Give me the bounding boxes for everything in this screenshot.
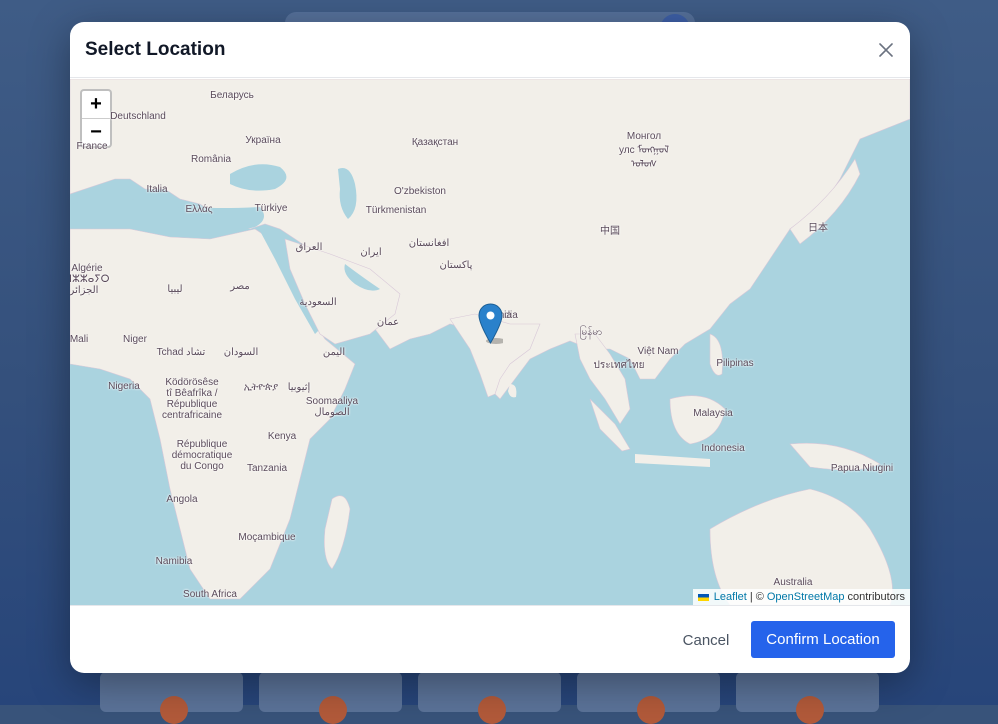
attribution-suffix: contributors bbox=[847, 591, 905, 603]
map-place-label: မြန်မာ bbox=[579, 327, 603, 338]
map-place-label: Türkmenistan bbox=[365, 205, 427, 216]
map-place-label: France bbox=[76, 141, 108, 152]
map-place-label: السودان bbox=[223, 347, 259, 358]
map-place-label: République bbox=[166, 399, 218, 410]
map-place-label: Papua Niugini bbox=[830, 463, 894, 474]
map-place-label: démocratique bbox=[171, 450, 233, 461]
map-place-label: România bbox=[190, 154, 232, 165]
map-place-label: 中国 bbox=[600, 226, 620, 237]
map-place-label: السعودية bbox=[299, 297, 337, 308]
map-place-label: Ködörösêse bbox=[165, 377, 219, 388]
dialog-header: Select Location bbox=[70, 22, 910, 78]
cancel-button[interactable]: Cancel bbox=[676, 626, 736, 654]
map-place-label: Angola bbox=[166, 494, 198, 505]
map-place-label: Tchad تشاد bbox=[156, 347, 206, 358]
map-place-label: Kenya bbox=[267, 431, 297, 442]
map-place-label: Malaysia bbox=[693, 408, 733, 419]
background-card bbox=[577, 672, 720, 724]
map-place-label: ليبيا bbox=[167, 284, 183, 295]
map-place-label: South Africa bbox=[183, 589, 237, 600]
map-place-label: Niger bbox=[123, 334, 147, 345]
map-place-label: Монгол bbox=[626, 131, 662, 142]
zoom-in-button[interactable]: + bbox=[82, 91, 110, 119]
map-place-label: افغانستان bbox=[408, 238, 450, 249]
map-place-label: Ελλάς bbox=[185, 204, 213, 215]
background-card bbox=[259, 672, 402, 724]
map-place-label: ia bbox=[504, 310, 512, 321]
map-place-label: Việt Nam bbox=[637, 346, 679, 357]
map-place-label: الجزائر bbox=[70, 285, 99, 296]
map-attribution: Leaflet | © OpenStreetMap contributors bbox=[692, 589, 910, 605]
map-place-label: Nigeria bbox=[108, 381, 140, 392]
map-place-label: الصومال bbox=[314, 407, 350, 418]
map-place-label: 日本 bbox=[808, 223, 828, 234]
background-card bbox=[736, 672, 879, 724]
map-place-label: مصر bbox=[230, 281, 250, 292]
map-place-label: Italia bbox=[146, 184, 168, 195]
close-button[interactable] bbox=[874, 38, 898, 62]
leaflet-link[interactable]: Leaflet bbox=[714, 591, 747, 603]
map-place-label: Soomaaliya bbox=[305, 396, 359, 407]
map-place-label: Қазақстан bbox=[411, 137, 459, 148]
map-pin-icon[interactable] bbox=[478, 303, 503, 344]
map-place-label: العراق bbox=[295, 242, 323, 253]
ukraine-flag-icon bbox=[697, 593, 709, 601]
zoom-control: + − bbox=[80, 89, 112, 148]
dialog-footer: Cancel Confirm Location bbox=[70, 605, 910, 673]
map-place-label: Pilipinas bbox=[716, 358, 754, 369]
map-place-label: Tanzania bbox=[246, 463, 288, 474]
select-location-dialog: Select Location + − Беларусь Deutschland… bbox=[70, 22, 910, 673]
background-card bbox=[100, 672, 243, 724]
map-place-label: پاکستان bbox=[439, 260, 473, 271]
map-place-label: ⵍⵣⵣⴰⵢⵔ bbox=[70, 274, 110, 285]
map-place-label: Беларусь bbox=[210, 90, 254, 101]
map-place-label: Indonesia bbox=[701, 443, 745, 454]
map-place-label: O'zbekiston bbox=[394, 186, 446, 197]
map-place-label: Algérie bbox=[71, 263, 103, 274]
map-place-label: centrafricaine bbox=[161, 410, 223, 421]
map-place-label: ኢትዮጵያ bbox=[243, 382, 279, 393]
openstreetmap-link[interactable]: OpenStreetMap bbox=[767, 591, 845, 603]
map-place-label: Deutschland bbox=[110, 111, 166, 122]
map-place-label: du Congo bbox=[180, 461, 224, 472]
map-place-label: اليمن bbox=[322, 347, 346, 358]
map-place-label: Україна bbox=[245, 135, 281, 146]
map-place-label: République bbox=[176, 439, 228, 450]
map-view[interactable]: + − Беларусь Deutschland France Україна Româ… bbox=[70, 79, 910, 605]
map-place-label: Australia bbox=[773, 577, 813, 588]
map-place-label: Türkiye bbox=[254, 203, 288, 214]
map-place-label: Moçambique bbox=[238, 532, 296, 543]
map-place-label: ایران bbox=[360, 247, 382, 258]
confirm-location-button[interactable]: Confirm Location bbox=[751, 621, 895, 658]
map-place-label: улс ᠮᠣᠩᠭᠣᠯ bbox=[618, 145, 670, 156]
dialog-title: Select Location bbox=[85, 39, 226, 60]
map-place-label: Mali bbox=[70, 334, 89, 345]
map-place-label: Namibia bbox=[155, 556, 193, 567]
map-place-label: عمان bbox=[376, 317, 400, 328]
map-place-label: tî Bêafrîka / bbox=[166, 388, 218, 399]
map-place-label: ประเทศไทย bbox=[593, 360, 645, 371]
map-place-label: ᠤᠯᠤᠰ bbox=[630, 159, 658, 170]
attribution-separator: | © bbox=[749, 591, 764, 603]
background-card bbox=[418, 672, 561, 724]
close-icon bbox=[879, 43, 893, 57]
map-place-label: إثيوبيا bbox=[287, 382, 311, 393]
